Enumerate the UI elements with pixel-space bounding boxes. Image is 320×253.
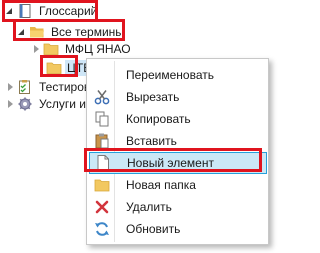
tree-node-label: Тестиров (39, 80, 91, 94)
menu-item-delete[interactable]: Удалить (89, 196, 267, 218)
folder-icon (94, 179, 110, 192)
menu-item-copy[interactable]: Копировать (89, 108, 267, 130)
delete-x-icon (95, 200, 109, 214)
menu-item-cut[interactable]: Вырезать (89, 86, 267, 108)
collapse-arrow-icon[interactable] (6, 83, 14, 91)
screenshot: Глоссарий Все термины МФЦ ЯНАО ЦТБ Тести… (0, 0, 277, 253)
annotation-box-ctb (40, 55, 78, 77)
paste-icon (95, 133, 109, 149)
annotation-box-all-terms (13, 19, 125, 41)
copy-icon (95, 111, 109, 127)
blank-icon (94, 67, 110, 83)
menu-item-label: Удалить (126, 200, 172, 214)
gear-icon (18, 97, 32, 111)
folder-icon (43, 43, 59, 55)
menu-item-refresh[interactable]: Обновить (89, 218, 267, 240)
menu-item-label: Переименовать (126, 68, 214, 82)
menu-item-label: Обновить (126, 222, 181, 236)
menu-item-rename[interactable]: Переименовать (89, 64, 267, 86)
collapse-arrow-icon[interactable] (32, 45, 40, 53)
refresh-icon (95, 222, 109, 236)
collapse-arrow-icon[interactable] (6, 100, 14, 108)
menu-item-label: Копировать (126, 112, 191, 126)
annotation-box-new-element (84, 148, 262, 172)
menu-item-label: Новая папка (126, 178, 196, 192)
menu-item-label: Вырезать (126, 90, 180, 104)
tree-node-label: Услуги и (39, 97, 86, 111)
tree-node-sibling[interactable]: Тестиров (6, 79, 90, 95)
tree-node-sibling[interactable]: Услуги и (6, 96, 86, 112)
menu-item-new-folder[interactable]: Новая папка (89, 174, 267, 196)
scissors-icon (94, 90, 110, 105)
clipboard-checklist-icon (19, 80, 30, 94)
